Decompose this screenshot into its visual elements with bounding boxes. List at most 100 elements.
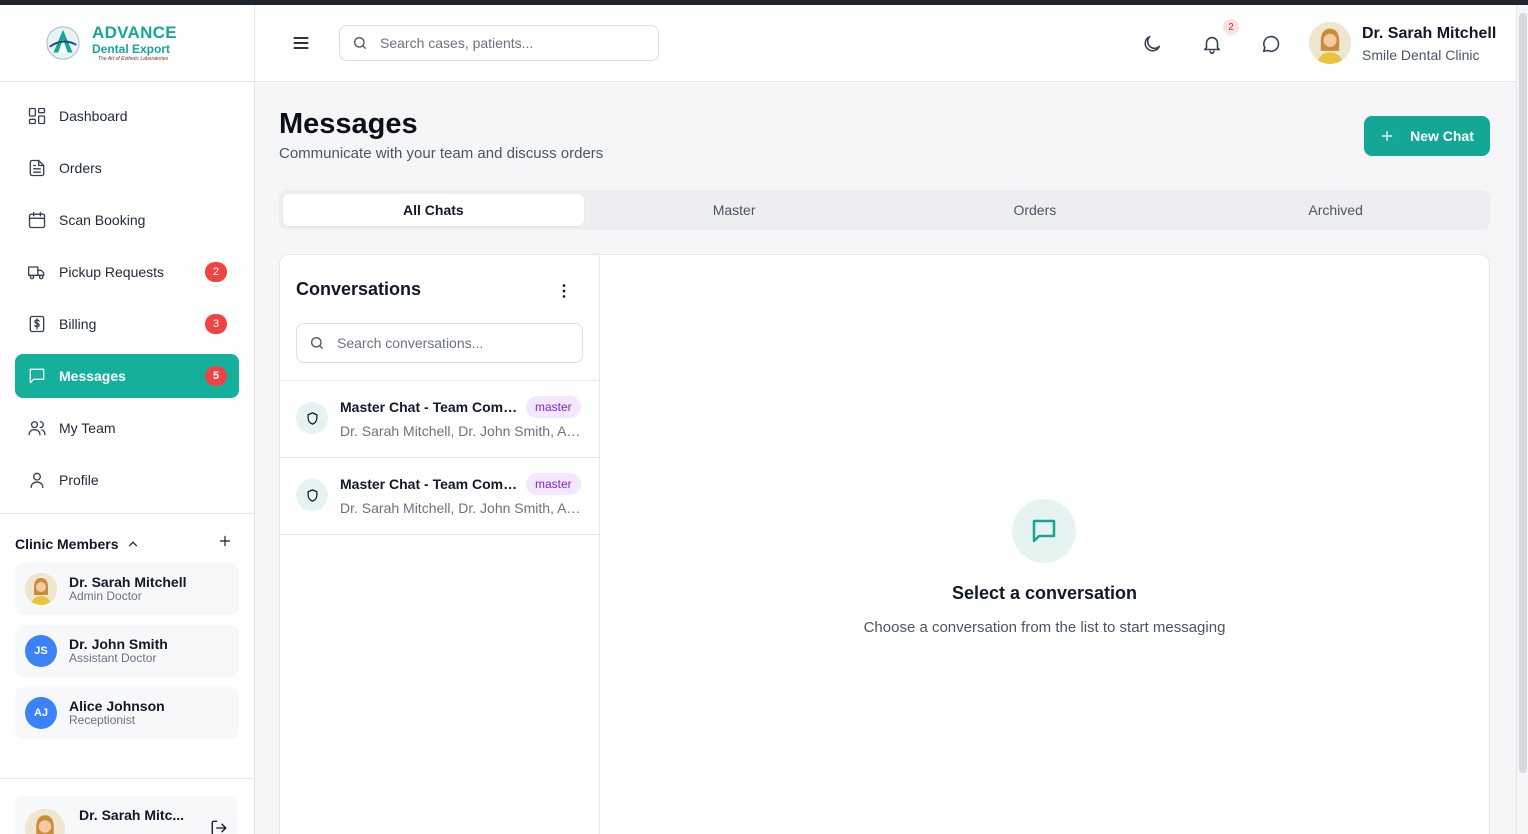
avatar: JS — [25, 635, 57, 667]
sidebar-item-orders[interactable]: Orders — [15, 146, 239, 190]
conversation-name: Master Chat - Team Communication — [340, 399, 522, 415]
sidebar-item-label: Dashboard — [59, 108, 128, 124]
users-icon — [27, 418, 47, 438]
sidebar-item-label: Orders — [59, 160, 102, 176]
scrollbar-thumb[interactable] — [1519, 13, 1527, 773]
document-icon — [27, 158, 47, 178]
new-chat-button[interactable]: New Chat — [1364, 116, 1490, 156]
shield-icon — [296, 479, 328, 511]
plus-icon — [1381, 130, 1393, 142]
moon-icon — [1144, 35, 1161, 52]
bell-icon — [1203, 36, 1221, 54]
conversation-item[interactable]: Master Chat - Team Communication master … — [280, 381, 600, 458]
dashboard-icon — [27, 106, 47, 126]
sidebar: ADVANCE Dental Export The Art of Estheti… — [0, 5, 255, 834]
sidebar-item-messages[interactable]: Messages 5 — [15, 354, 239, 398]
header-clinic-name: Smile Dental Clinic — [1362, 47, 1480, 63]
conversation-search[interactable] — [296, 323, 583, 363]
current-user-name: Dr. Sarah Mitc... — [79, 807, 185, 823]
sidebar-item-pickup-requests[interactable]: Pickup Requests 2 — [15, 250, 239, 294]
sidebar-item-my-team[interactable]: My Team — [15, 406, 239, 450]
messages-panel: Conversations Master Chat - Team Communi… — [279, 254, 1490, 834]
conversations-more-button[interactable] — [554, 281, 574, 301]
sidebar-item-profile[interactable]: Profile — [15, 458, 239, 502]
clinic-members-header: Clinic Members — [0, 514, 254, 553]
sidebar-item-label: Scan Booking — [59, 212, 146, 228]
conversations-title: Conversations — [296, 279, 422, 299]
empty-state-title: Select a conversation — [951, 583, 1138, 603]
conversation-list: Master Chat - Team Communication master … — [280, 380, 600, 535]
member-card[interactable]: Dr. Sarah Mitchell Admin Doctor — [15, 563, 239, 615]
add-member-button[interactable] — [218, 534, 232, 553]
menu-icon — [293, 37, 309, 49]
dollar-icon — [27, 314, 47, 334]
notification-count-badge: 2 — [1223, 19, 1239, 35]
sidebar-item-dashboard[interactable]: Dashboard — [15, 94, 239, 138]
avatar — [25, 809, 65, 834]
message-circle-icon — [1262, 35, 1280, 53]
clinic-members-title: Clinic Members — [15, 535, 119, 552]
avatar — [25, 573, 57, 605]
user-avatar[interactable] — [1309, 22, 1351, 64]
theme-toggle-button[interactable] — [1141, 33, 1163, 55]
global-search-input[interactable] — [380, 35, 640, 51]
sidebar-item-billing[interactable]: Billing 3 — [15, 302, 239, 346]
logout-button[interactable] — [210, 799, 228, 834]
member-role: Assistant Doctor — [69, 651, 157, 665]
calendar-icon — [27, 210, 47, 230]
user-menu[interactable]: Dr. Sarah Mitchell Smile Dental Clinic — [1362, 24, 1496, 66]
empty-conversation-state: Select a conversation Choose a conversat… — [600, 255, 1489, 834]
sidebar-item-label: Billing — [59, 316, 97, 332]
tab-all-chats[interactable]: All Chats — [283, 194, 584, 226]
sidebar-nav: Dashboard Orders Scan Booking Pickup Req… — [0, 82, 254, 502]
chat-bubble-icon — [1012, 499, 1076, 563]
user-icon — [27, 470, 47, 490]
page-title: Messages — [279, 108, 418, 140]
member-role: Receptionist — [69, 713, 136, 727]
conversation-tag: master — [526, 473, 581, 495]
tab-archived[interactable]: Archived — [1185, 194, 1486, 226]
sidebar-divider — [0, 778, 254, 779]
messages-button[interactable] — [1260, 33, 1282, 55]
conversation-name: Master Chat - Team Communication — [340, 476, 522, 492]
clinic-members-toggle[interactable]: Clinic Members — [15, 536, 140, 552]
menu-toggle-button[interactable] — [291, 33, 311, 53]
member-card[interactable]: AJ Alice Johnson Receptionist — [15, 687, 239, 739]
header-user-name: Dr. Sarah Mitchell — [1362, 25, 1497, 42]
tab-orders[interactable]: Orders — [885, 194, 1186, 226]
member-card[interactable]: JS Dr. John Smith Assistant Doctor — [15, 625, 239, 677]
member-name: Dr. John Smith — [69, 636, 168, 652]
sidebar-item-label: Messages — [59, 368, 126, 384]
chat-icon — [27, 366, 47, 386]
messages-count-badge: 5 — [205, 366, 227, 386]
brand-subname: Dental Export — [92, 42, 171, 56]
sidebar-item-scan-booking[interactable]: Scan Booking — [15, 198, 239, 242]
member-name: Alice Johnson — [69, 698, 165, 714]
tab-master[interactable]: Master — [584, 194, 885, 226]
sidebar-item-label: Profile — [59, 472, 99, 488]
shield-icon — [296, 402, 328, 434]
current-user-card[interactable]: Dr. Sarah Mitc... — [15, 796, 238, 834]
brand-name: ADVANCE — [92, 23, 177, 42]
notifications-button[interactable] — [1201, 33, 1223, 55]
chat-tabs: All Chats Master Orders Archived — [279, 190, 1490, 230]
new-chat-label: New Chat — [1410, 128, 1474, 144]
chevron-up-icon — [129, 540, 138, 546]
sidebar-item-label: Pickup Requests — [59, 264, 165, 280]
pickup-count-badge: 2 — [205, 262, 227, 282]
member-name: Dr. Sarah Mitchell — [69, 574, 187, 590]
plus-icon — [219, 535, 231, 547]
page-subtitle: Communicate with your team and discuss o… — [279, 145, 604, 162]
page-scrollbar[interactable] — [1516, 5, 1528, 834]
truck-icon — [27, 262, 47, 282]
more-vertical-icon — [562, 284, 566, 298]
global-search[interactable] — [339, 25, 659, 61]
conversation-search-input[interactable] — [337, 335, 567, 351]
empty-state-subtitle: Choose a conversation from the list to s… — [863, 619, 1226, 636]
brand-logo[interactable]: ADVANCE Dental Export The Art of Estheti… — [0, 5, 254, 82]
search-icon — [354, 37, 366, 49]
conversation-item[interactable]: Master Chat - Team Communication master … — [280, 458, 600, 535]
conversations-column: Conversations Master Chat - Team Communi… — [280, 255, 600, 834]
sidebar-item-label: My Team — [59, 420, 116, 436]
conversation-members: Dr. Sarah Mitchell, Dr. John Smith, Alic… — [340, 500, 582, 516]
